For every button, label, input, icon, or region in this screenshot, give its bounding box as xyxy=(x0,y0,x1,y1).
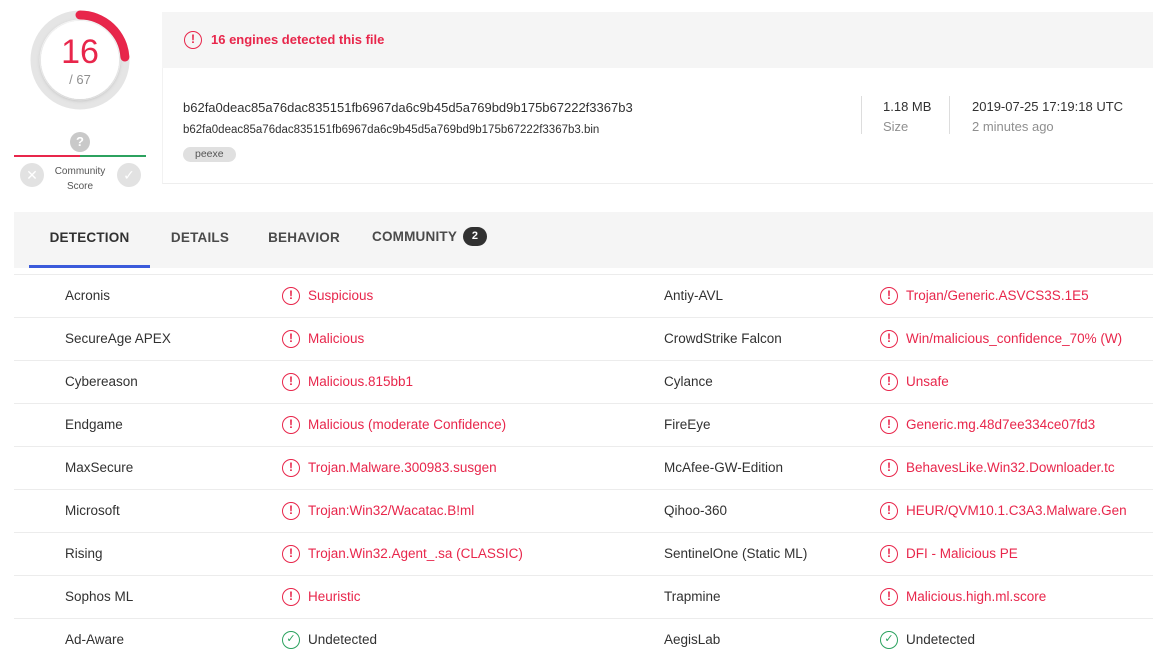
detection-results-table: Acronis! Suspicious Antiy-AVL! Trojan/Gener… xyxy=(14,274,1153,661)
engine-name: Cylance xyxy=(664,374,713,389)
table-row: Endgame! Malicious (moderate Confidence) F… xyxy=(14,403,1153,446)
detection-result-text: Trojan/Generic.ASVCS3S.1E5 xyxy=(906,288,1089,303)
alert-icon: ! xyxy=(282,545,300,563)
engine-name: Qihoo-360 xyxy=(664,503,728,518)
community-label-line2: Score xyxy=(66,181,94,192)
engine-name: FireEye xyxy=(664,417,711,432)
file-tag[interactable]: peexe xyxy=(183,147,236,162)
community-score-label: Community Score xyxy=(50,164,110,194)
meta-divider xyxy=(949,96,950,134)
file-size-value: 1.18 MB xyxy=(883,99,932,114)
detection-result-text: Malicious (moderate Confidence) xyxy=(308,417,507,432)
detection-result-text: Trojan.Win32.Agent_.sa (CLASSIC) xyxy=(308,546,523,561)
engine-name: SentinelOne (Static ML) xyxy=(664,546,808,561)
alert-icon: ! xyxy=(282,373,300,391)
check-circle-icon: ✓ xyxy=(282,631,300,649)
alert-icon: ! xyxy=(282,588,300,606)
detection-result-text: Undetected xyxy=(906,632,976,647)
alert-icon: ! xyxy=(880,330,898,348)
check-circle-icon: ✓ xyxy=(880,631,898,649)
table-row: Acronis! Suspicious Antiy-AVL! Trojan/Gener… xyxy=(14,274,1153,317)
engine-name: AegisLab xyxy=(664,632,721,647)
community-label-line1: Community xyxy=(54,166,106,177)
meta-divider xyxy=(861,96,862,134)
alert-icon: ! xyxy=(880,287,898,305)
alert-icon: ! xyxy=(880,459,898,477)
file-info-panel: b62fa0deac85a76dac835151fb6967da6c9b45d5… xyxy=(162,68,1153,184)
detection-result-text: Unsafe xyxy=(906,374,949,389)
engine-name: Cybereason xyxy=(65,374,138,389)
community-score-bar-negative xyxy=(14,155,80,157)
analysis-date-value: 2019-07-25 17:19:18 UTC xyxy=(972,99,1124,114)
detection-result-text: Trojan.Malware.300983.susgen xyxy=(308,460,497,475)
vote-down-button[interactable]: ✕ xyxy=(20,163,44,187)
table-row: Microsoft! Trojan:Win32/Wacatac.B!ml Qihoo… xyxy=(14,489,1153,532)
engine-name: Microsoft xyxy=(65,503,120,518)
tab-bar: DETECTION DETAILS BEHAVIOR COMMUNITY 2 xyxy=(14,212,1153,268)
close-icon: ✕ xyxy=(26,167,38,183)
detection-result-text: Win/malicious_confidence_70% (W) xyxy=(906,331,1123,346)
table-row: Ad-Aware ✓ Undetected AegisLab ✓ Undetected xyxy=(14,618,1153,661)
engine-name: Trapmine xyxy=(664,589,721,604)
engine-total: / 67 xyxy=(69,72,91,87)
detection-result-text: Trojan:Win32/Wacatac.B!ml xyxy=(308,503,475,518)
tab-community[interactable]: COMMUNITY 2 xyxy=(372,212,502,268)
detection-result-text: BehavesLike.Win32.Downloader.tc xyxy=(906,460,1115,475)
engine-name: Endgame xyxy=(65,417,123,432)
alert-icon: ! xyxy=(282,287,300,305)
alert-icon: ! xyxy=(282,459,300,477)
alert-icon: ! xyxy=(880,588,898,606)
comment-count-badge: 2 xyxy=(463,226,488,246)
detection-result-text: Undetected xyxy=(308,632,378,647)
engine-name: CrowdStrike Falcon xyxy=(664,331,782,346)
detection-result-text: Malicious.815bb1 xyxy=(308,374,414,389)
engine-name: Sophos ML xyxy=(65,589,134,604)
tab-detection[interactable]: DETECTION xyxy=(29,212,150,268)
detection-result-text: HEUR/QVM10.1.C3A3.Malware.Gen xyxy=(906,503,1127,518)
engine-name: Antiy-AVL xyxy=(664,288,724,303)
alert-icon: ! xyxy=(880,373,898,391)
tab-community-label: COMMUNITY xyxy=(372,229,458,244)
alert-icon: ! xyxy=(184,31,202,49)
engine-name: Acronis xyxy=(65,288,111,303)
table-row: Cybereason! Malicious.815bb1 Cylance! Unsaf… xyxy=(14,360,1153,403)
tab-behavior[interactable]: BEHAVIOR xyxy=(259,212,349,268)
community-score-bar-positive xyxy=(80,155,146,157)
detection-banner: ! 16 engines detected this file xyxy=(162,12,1153,68)
engine-name: McAfee-GW-Edition xyxy=(664,460,784,475)
detection-result-text: DFI - Malicious PE xyxy=(906,546,1018,561)
alert-icon: ! xyxy=(282,416,300,434)
engine-name: Rising xyxy=(65,546,103,561)
table-row: Rising! Trojan.Win32.Agent_.sa (CLASSIC) S… xyxy=(14,532,1153,575)
detection-score-gauge: 16 / 67 xyxy=(30,10,130,110)
alert-icon: ! xyxy=(880,502,898,520)
question-icon[interactable]: ? xyxy=(70,132,90,152)
alert-icon: ! xyxy=(880,416,898,434)
analysis-date-relative: 2 minutes ago xyxy=(972,119,1054,134)
detection-result-text: Malicious.high.ml.score xyxy=(906,589,1047,604)
alert-icon: ! xyxy=(282,330,300,348)
engine-name: SecureAge APEX xyxy=(65,331,171,346)
alert-icon: ! xyxy=(282,502,300,520)
vote-up-button[interactable]: ✓ xyxy=(117,163,141,187)
alert-icon: ! xyxy=(880,545,898,563)
check-icon: ✓ xyxy=(123,167,135,183)
detection-result-text: Generic.mg.48d7ee334ce07fd3 xyxy=(906,417,1096,432)
table-row: SecureAge APEX! Malicious CrowdStrike Falc… xyxy=(14,317,1153,360)
engine-name: Ad-Aware xyxy=(65,632,125,647)
detection-result-text: Suspicious xyxy=(308,288,374,303)
table-row: Sophos ML! Heuristic Trapmine! Malicious.hi… xyxy=(14,575,1153,618)
file-hash[interactable]: b62fa0deac85a76dac835151fb6967da6c9b45d5… xyxy=(183,100,633,115)
file-name: b62fa0deac85a76dac835151fb6967da6c9b45d5… xyxy=(183,124,600,136)
community-score: ? ✕ Community Score ✓ xyxy=(14,130,146,194)
file-size-label: Size xyxy=(883,119,909,134)
detection-result-text: Malicious xyxy=(308,331,365,346)
engine-name: MaxSecure xyxy=(65,460,134,475)
tab-details[interactable]: DETAILS xyxy=(160,212,240,268)
detection-result-text: Heuristic xyxy=(308,589,361,604)
table-row: MaxSecure! Trojan.Malware.300983.susgen Mc… xyxy=(14,446,1153,489)
detected-count: 16 xyxy=(61,33,99,71)
detection-banner-text: 16 engines detected this file xyxy=(211,32,385,47)
